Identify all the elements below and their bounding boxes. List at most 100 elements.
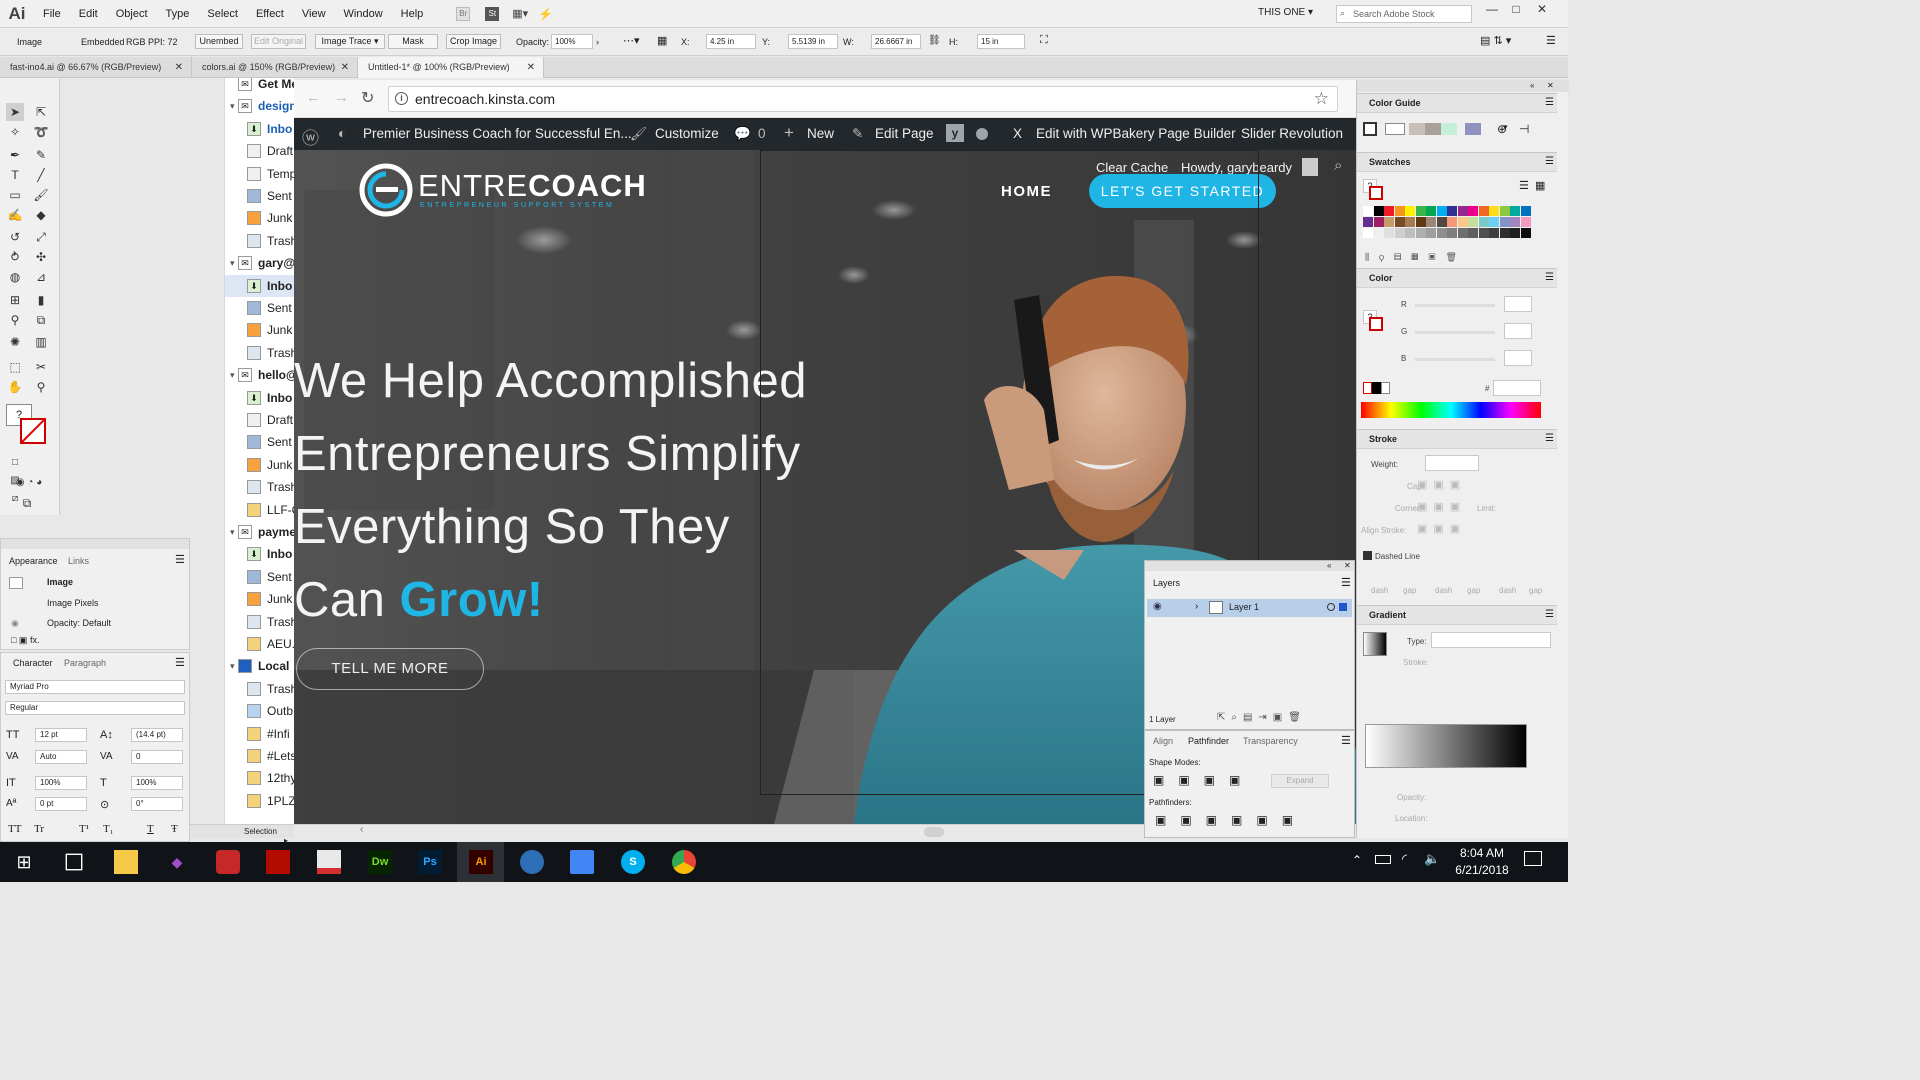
collapse-toggle-icon[interactable]: ▾	[230, 521, 235, 543]
mask-button[interactable]: Mask	[388, 34, 438, 49]
gpu-performance-icon[interactable]: ⚡	[538, 7, 553, 21]
stroke-swatch[interactable]	[20, 418, 46, 444]
color-swatch[interactable]	[1520, 206, 1531, 216]
appearance-footer-icons[interactable]: □ ▣ fx.	[11, 635, 39, 646]
font-family-select[interactable]: Myriad Pro	[5, 680, 185, 694]
skype-taskbar-icon[interactable]: S	[621, 850, 645, 874]
color-swatch[interactable]	[1489, 206, 1499, 216]
mail-folder-row[interactable]: Junk	[225, 588, 294, 610]
wp-slider-revolution[interactable]: Slider Revolution	[1241, 126, 1343, 141]
mail-folder-row[interactable]: Junk	[225, 319, 294, 341]
mail-folder-row[interactable]: Sent	[225, 185, 294, 207]
photoshop-taskbar-icon[interactable]: Ps	[418, 850, 442, 874]
wp-edit-page[interactable]: Edit Page	[875, 126, 934, 141]
color-swatch[interactable]	[1415, 206, 1426, 216]
mesh-tool-icon[interactable]: ⊞	[6, 291, 24, 309]
color-swatch[interactable]	[1478, 206, 1489, 216]
mail-folder-row[interactable]: 1PLZ	[225, 790, 294, 812]
unembed-button[interactable]: Unembed	[195, 34, 243, 49]
illustrator-taskbar-icon[interactable]: Ai	[469, 850, 493, 874]
none-swatch[interactable]	[1363, 382, 1372, 394]
color-swatch[interactable]	[1405, 206, 1415, 216]
gray-swatch[interactable]	[1436, 228, 1447, 238]
color-swatch[interactable]	[1478, 217, 1489, 227]
site-info-icon[interactable]: i	[395, 92, 408, 105]
opacity-arrow-icon[interactable]: ›	[596, 37, 599, 47]
mail-folder-row[interactable]: Temp	[225, 163, 294, 185]
windows-taskbar-icon[interactable]: ⊞	[12, 850, 36, 874]
mail-folder-row[interactable]: Junk	[225, 454, 294, 476]
symbol-sprayer-tool-icon[interactable]: ✺	[6, 333, 24, 351]
gradient-header[interactable]: Gradient	[1357, 605, 1557, 625]
blend-tool-icon[interactable]: ⧉	[32, 311, 50, 329]
mail-folder-row[interactable]: Draft	[225, 140, 294, 162]
mail-folder-row[interactable]: #Lets	[225, 745, 294, 767]
user-avatar[interactable]	[1302, 158, 1318, 176]
graph-tool-icon[interactable]: ▥	[32, 333, 50, 351]
hex-input[interactable]	[1493, 380, 1541, 396]
shape-mode-buttons-icon[interactable]: ▣▣▣▣	[1153, 773, 1254, 787]
color-swatch[interactable]	[1384, 217, 1394, 227]
close-window-button[interactable]: ✕	[1530, 0, 1554, 18]
layer-row[interactable]: ◉ › Layer 1	[1147, 599, 1352, 617]
image-trace-button[interactable]: Image Trace ▾	[315, 34, 385, 49]
system-clock[interactable]: 8:04 AM 6/21/2018	[1446, 845, 1518, 879]
menu-edit[interactable]: Edit	[70, 8, 107, 20]
panel-menu-icon[interactable]: ☰	[1545, 272, 1554, 283]
menu-window[interactable]: Window	[335, 8, 392, 20]
vertical-scale-input[interactable]: 100%	[35, 776, 87, 790]
color-swatch[interactable]	[1520, 217, 1531, 227]
reference-point-icon[interactable]: ▦	[657, 34, 667, 47]
collapse-dock-icon[interactable]: «	[1530, 81, 1534, 90]
color-mode-icon[interactable]: □ ▨ ⧄	[6, 454, 24, 504]
visibility-eye-icon[interactable]: ◉	[11, 618, 19, 629]
mail-folder-row[interactable]: Trash	[225, 678, 294, 700]
mail-folder-row[interactable]: ⬇ Inbo	[225, 274, 294, 297]
wp-wpbakery[interactable]: Edit with WPBakery Page Builder	[1036, 126, 1236, 141]
type-tool-icon[interactable]: T	[6, 166, 24, 184]
shape-builder-tool-icon[interactable]: ◍	[6, 268, 24, 286]
gray-swatch[interactable]	[1520, 228, 1531, 238]
wp-customize[interactable]: Customize	[655, 126, 719, 141]
lastpass-taskbar-icon[interactable]	[216, 850, 240, 874]
artboard-tool-icon[interactable]: ⬚	[6, 358, 24, 376]
color-swatch[interactable]	[1373, 206, 1384, 216]
close-tab-icon[interactable]: ✕	[175, 57, 183, 78]
close-panel-icon[interactable]: ✕	[1344, 561, 1351, 570]
volume-icon[interactable]: 🔈	[1424, 851, 1440, 867]
target-icon[interactable]	[1327, 603, 1335, 611]
close-tab-icon[interactable]: ✕	[527, 57, 535, 78]
gradient-slider[interactable]	[1365, 724, 1527, 768]
color-swatch[interactable]	[1489, 217, 1499, 227]
color-swatch[interactable]	[1363, 206, 1373, 216]
leading-input[interactable]: (14.4 pt)	[131, 728, 183, 742]
arrange-documents-icon[interactable]: ▦▾	[512, 7, 528, 20]
font-size-input[interactable]: 12 pt	[35, 728, 87, 742]
task-view-taskbar-icon[interactable]	[65, 853, 83, 871]
maximize-button[interactable]: □	[1504, 0, 1528, 18]
eyedropper-tool-icon[interactable]: ⚲	[6, 311, 24, 329]
direct-selection-tool-icon[interactable]: ⇱	[32, 103, 50, 121]
mail-folder-row[interactable]: #Infi	[225, 723, 294, 745]
baseline-shift-input[interactable]: 0 pt	[35, 797, 87, 811]
harmony-swatch[interactable]	[1409, 123, 1425, 135]
workspace-switcher[interactable]: THIS ONE ▾	[1258, 7, 1313, 18]
h-input[interactable]: 15 in	[977, 34, 1025, 49]
mail-folder-row[interactable]: Trash	[225, 611, 294, 633]
pathfinder-tab[interactable]: Pathfinder	[1188, 736, 1229, 746]
small-caps-button[interactable]: Tr	[34, 823, 44, 835]
dash-gap-fields[interactable]: dash gap dash gap dash gap	[1363, 568, 1543, 595]
pen-tool-icon[interactable]: ✒	[6, 146, 24, 164]
rectangle-tool-icon[interactable]: ▭	[6, 186, 24, 204]
opacity-input[interactable]: 100%	[551, 34, 593, 49]
wp-close-x[interactable]: X	[1013, 126, 1022, 141]
menu-object[interactable]: Object	[107, 8, 157, 20]
mail-account-row[interactable]: ▾ ✉ gary@	[225, 252, 294, 274]
docs-taskbar-icon[interactable]	[570, 850, 594, 874]
collapse-toggle-icon[interactable]: ▾	[230, 252, 235, 274]
slice-tool-icon[interactable]: ✂	[32, 358, 50, 376]
mail-folder-row[interactable]: Sent	[225, 297, 294, 319]
menu-effect[interactable]: Effect	[247, 8, 293, 20]
wp-comments-count[interactable]: 0	[758, 126, 766, 141]
minimize-button[interactable]: —	[1480, 0, 1504, 18]
